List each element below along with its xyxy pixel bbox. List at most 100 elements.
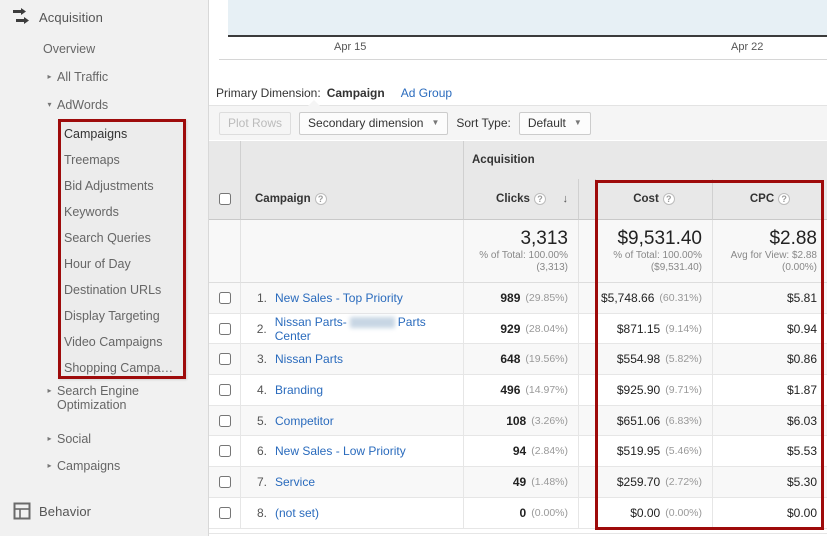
clicks-value: 108 — [506, 413, 527, 428]
acquisition-arrows-icon — [5, 7, 39, 27]
cost-cell: $554.98 (5.82%) — [595, 344, 712, 376]
row-index: 5. — [256, 413, 267, 428]
sidebar-item-keywords[interactable]: Keywords — [0, 199, 208, 225]
campaign-column-header-top — [240, 141, 463, 179]
sort-type-value: Default — [527, 116, 566, 130]
sort-descending-icon[interactable]: ↓ — [563, 193, 569, 205]
sidebar-section-behavior[interactable]: Behavior — [0, 494, 208, 528]
row-checkbox[interactable] — [218, 445, 231, 458]
clicks-cell: 108 (3.26%) — [463, 405, 578, 437]
spacer-cell — [578, 313, 595, 345]
campaign-link[interactable]: Nissan Parts- Parts Center — [275, 315, 463, 343]
totals-cpc-pct: (0.00%) — [781, 262, 817, 273]
cpc-value: $5.53 — [786, 444, 817, 459]
help-icon[interactable]: ? — [662, 193, 675, 205]
table-column-header-row: Campaign ? Clicks ? ↓ Cost ? CPC ? — [209, 179, 827, 220]
sidebar-item-social[interactable]: ▸ Social — [0, 426, 208, 452]
row-checkbox[interactable] — [218, 291, 231, 304]
row-checkbox[interactable] — [218, 414, 231, 427]
sidebar-item-search-engine-optimization[interactable]: ▸ Search Engine Optimization — [0, 382, 208, 416]
help-icon[interactable]: ? — [778, 193, 791, 205]
cost-cell: $519.95 (5.46%) — [595, 436, 712, 468]
totals-cost-abs: ($9,531.40) — [650, 262, 702, 273]
campaign-link[interactable]: New Sales - Top Priority — [275, 291, 403, 305]
cost-value: $651.06 — [616, 413, 661, 428]
cost-column-header[interactable]: Cost ? — [595, 179, 712, 220]
primary-dimension-ad-group-link[interactable]: Ad Group — [401, 86, 452, 100]
totals-cost-value: $9,531.40 — [617, 228, 702, 249]
help-icon[interactable]: ? — [314, 193, 327, 205]
spacer-cell — [578, 405, 595, 437]
campaign-link[interactable]: Service — [275, 475, 315, 489]
totals-clicks-abs: (3,313) — [536, 262, 568, 273]
table-row[interactable]: 8. (not set) 0 (0.00%) $0.00 (0.00%) $0.00 — [209, 497, 827, 529]
spacer-column-header — [578, 179, 595, 220]
clicks-column-header[interactable]: Clicks ? ↓ — [463, 179, 578, 220]
row-checkbox[interactable] — [218, 475, 231, 488]
cpc-cell: $0.94 — [712, 313, 827, 345]
sidebar-item-overview[interactable]: Overview — [0, 36, 208, 62]
campaign-link[interactable]: New Sales - Low Priority — [275, 444, 406, 458]
sidebar-section-acquisition[interactable]: Acquisition — [0, 0, 208, 34]
sidebar-item-hour-of-day[interactable]: Hour of Day — [0, 251, 208, 277]
campaign-link[interactable]: Competitor — [275, 414, 334, 428]
table-row[interactable]: 7. Service 49 (1.48%) $259.70 (2.72%) $5.30 — [209, 467, 827, 498]
row-checkbox[interactable] — [218, 322, 231, 335]
totals-cost-cell: $9,531.40 % of Total: 100.00% ($9,531.40… — [595, 220, 712, 283]
sidebar-item-destination-urls[interactable]: Destination URLs — [0, 277, 208, 303]
spacer-cell — [578, 497, 595, 529]
table-row[interactable]: 2. Nissan Parts- Parts Center 929 (28.04%) $8… — [209, 313, 827, 345]
clicks-percent: (14.97%) — [525, 383, 568, 396]
select-all-checkbox[interactable] — [218, 193, 231, 205]
sidebar-item-video-campaigns[interactable]: Video Campaigns — [0, 329, 208, 355]
row-checkbox[interactable] — [218, 353, 231, 366]
sidebar-item-shopping-campaigns[interactable]: Shopping Campa… — [0, 355, 208, 381]
sidebar-item-display-targeting[interactable]: Display Targeting — [0, 303, 208, 329]
timeline-chart-plot-area[interactable] — [228, 0, 827, 37]
campaign-link[interactable]: Nissan Parts — [275, 352, 343, 366]
table-row[interactable]: 3. Nissan Parts 648 (19.56%) $554.98 (5.82%) $… — [209, 344, 827, 376]
sidebar-item-campaigns-group[interactable]: ▸ Campaigns — [0, 453, 208, 479]
cpc-value: $6.03 — [786, 413, 817, 428]
sidebar-item-label: Shopping Campa… — [64, 361, 174, 375]
campaign-cell: 2. Nissan Parts- Parts Center — [240, 313, 463, 345]
campaign-column-header[interactable]: Campaign ? — [240, 179, 463, 220]
totals-cpc-value: $2.88 — [769, 228, 817, 249]
sidebar-item-all-traffic[interactable]: ▸ All Traffic — [0, 64, 208, 90]
sidebar-item-label: Hour of Day — [64, 257, 131, 271]
primary-dimension-selected[interactable]: Campaign — [327, 86, 385, 100]
campaign-cell: 8. (not set) — [240, 497, 463, 529]
cost-value: $925.90 — [616, 382, 661, 397]
cpc-value: $5.81 — [786, 290, 817, 305]
plot-rows-button[interactable]: Plot Rows — [219, 111, 292, 135]
left-navigation-sidebar: Acquisition Overview ▸ All Traffic ▾ AdW… — [0, 0, 209, 536]
row-checkbox[interactable] — [218, 506, 231, 519]
sidebar-item-bid-adjustments[interactable]: Bid Adjustments — [0, 173, 208, 199]
row-checkbox[interactable] — [218, 383, 231, 396]
sidebar-item-adwords[interactable]: ▾ AdWords — [0, 92, 208, 118]
sidebar-item-campaigns[interactable]: Campaigns — [0, 121, 208, 147]
cost-value: $259.70 — [616, 474, 661, 489]
secondary-dimension-dropdown[interactable]: Secondary dimension ▼ — [299, 111, 449, 135]
help-icon[interactable]: ? — [533, 193, 546, 205]
clicks-cell: 989 (29.85%) — [463, 283, 578, 314]
table-row[interactable]: 6. New Sales - Low Priority 94 (2.84%) $519.… — [209, 436, 827, 468]
clicks-percent: (3.26%) — [531, 414, 568, 427]
cpc-value: $0.94 — [786, 321, 817, 336]
primary-dimension-label: Primary Dimension: — [216, 86, 321, 100]
table-row[interactable]: 5. Competitor 108 (3.26%) $651.06 (6.83%) $6.0… — [209, 405, 827, 437]
sidebar-item-search-queries[interactable]: Search Queries — [0, 225, 208, 251]
cpc-column-header[interactable]: CPC ? — [712, 179, 827, 220]
clicks-value: 94 — [512, 444, 527, 459]
chevron-down-icon: ▼ — [431, 118, 440, 127]
sidebar-item-treemaps[interactable]: Treemaps — [0, 147, 208, 173]
campaign-link[interactable]: Branding — [275, 383, 323, 397]
sort-type-dropdown[interactable]: Default ▼ — [518, 111, 591, 135]
row-checkbox-cell — [209, 497, 240, 529]
campaign-link[interactable]: (not set) — [275, 506, 319, 520]
table-row[interactable]: 1. New Sales - Top Priority 989 (29.85%) $5,… — [209, 283, 827, 314]
table-row[interactable]: 4. Branding 496 (14.97%) $925.90 (9.71%) $1.87 — [209, 375, 827, 406]
chevron-right-icon: ▸ — [47, 434, 52, 443]
cost-cell: $5,748.66 (60.31%) — [595, 283, 712, 314]
cost-percent: (6.83%) — [665, 414, 702, 427]
